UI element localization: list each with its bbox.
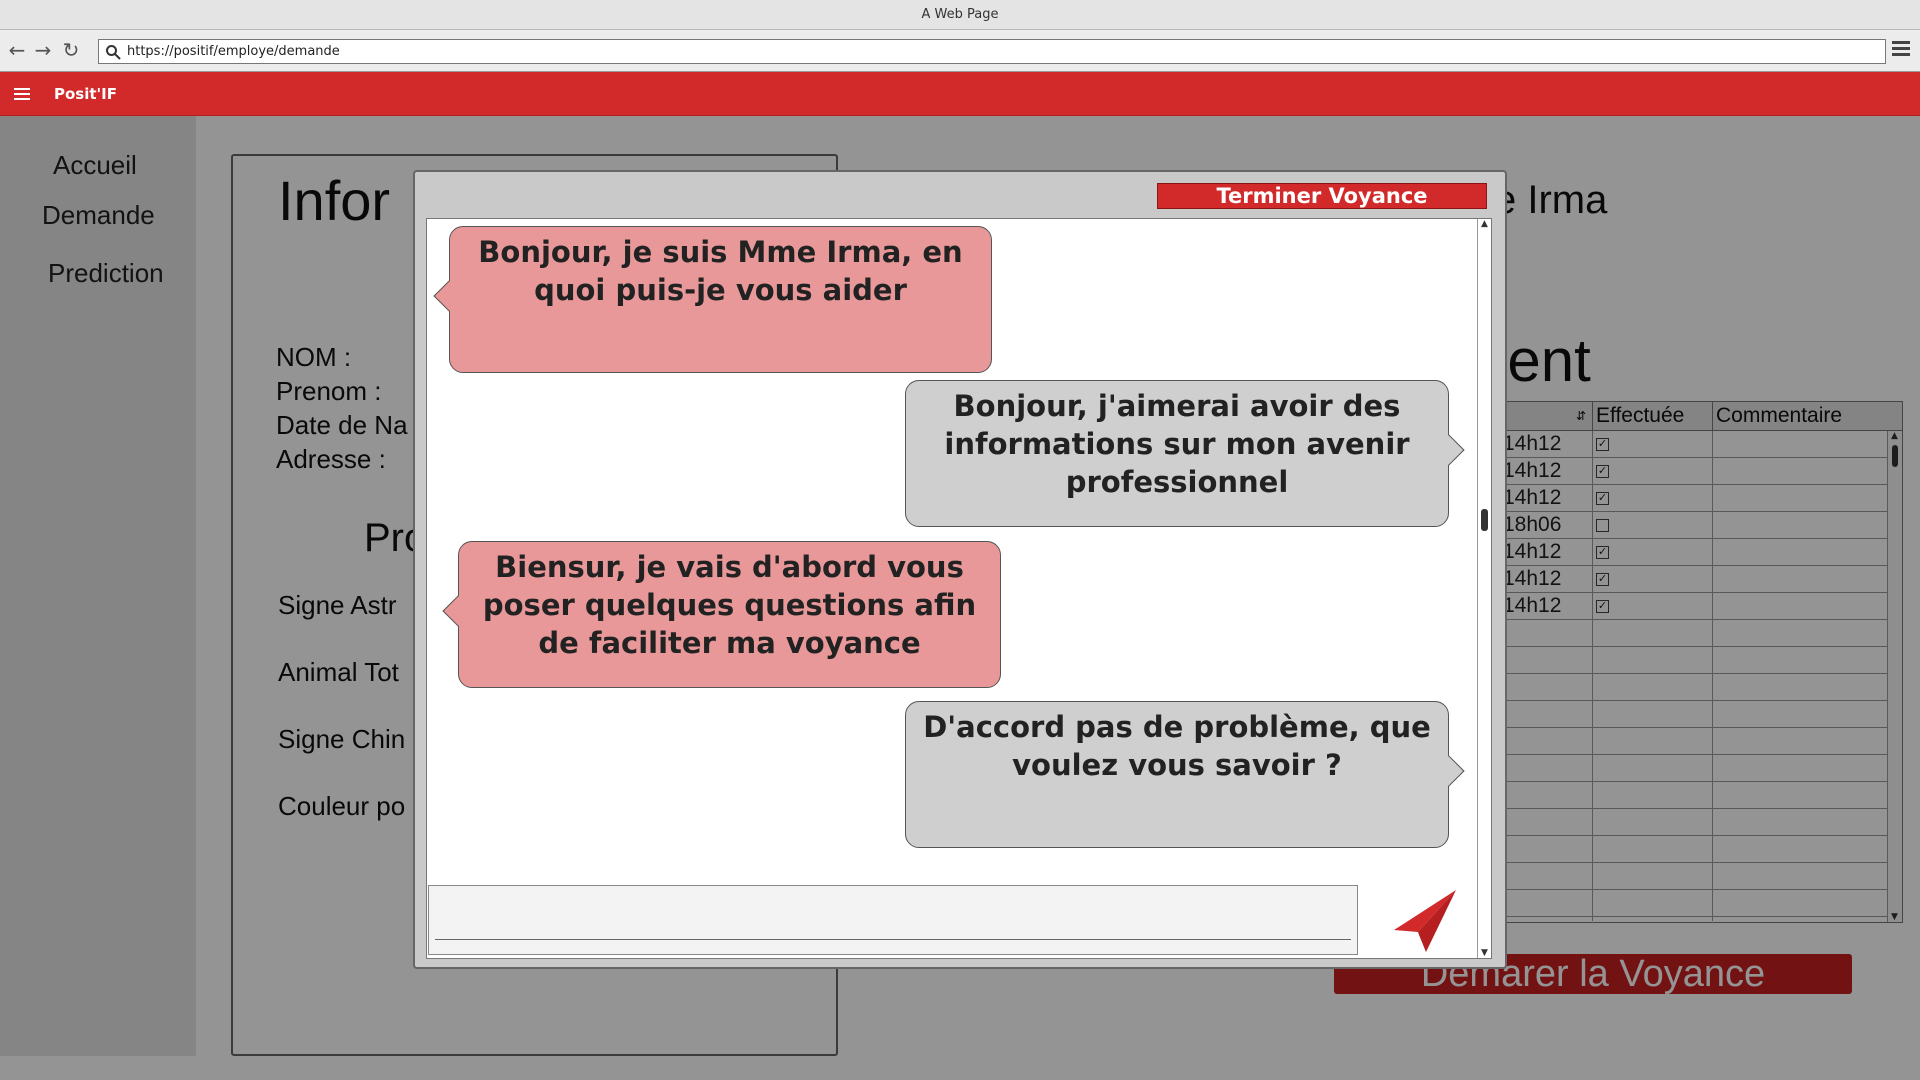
url-text: https://positif/employe/demande [127,44,340,59]
chat-message-client: Bonjour, j'aimerai avoir des information… [905,380,1465,527]
browser-menu-icon[interactable] [1892,41,1910,59]
forward-icon[interactable]: → [32,39,54,61]
hamburger-menu-icon[interactable] [14,88,30,102]
message-input[interactable] [428,885,1358,955]
chat-area: Bonjour, je suis Mme Irma, en quoi puis-… [426,218,1492,959]
end-voyance-button[interactable]: Terminer Voyance [1157,183,1487,209]
paper-plane-icon[interactable] [1390,886,1460,954]
url-input[interactable]: https://positif/employe/demande [98,39,1886,64]
chat-message-medium: Bonjour, je suis Mme Irma, en quoi puis-… [433,226,992,373]
chat-message-client: D'accord pas de problème, que voulez vou… [905,701,1465,848]
app-title[interactable]: Posit'IF [54,72,117,116]
address-toolbar: ← → ↻ https://positif/employe/demande [0,30,1920,72]
scroll-up-icon[interactable]: ▲ [1481,219,1488,229]
chat-scrollbar[interactable]: ▲ ▼ [1477,219,1491,958]
chat-scroll-thumb[interactable] [1481,509,1488,531]
reload-icon[interactable]: ↻ [60,39,82,61]
voyance-chat-modal: Terminer Voyance Bonjour, je suis Mme Ir… [413,170,1507,969]
back-icon[interactable]: ← [6,39,28,61]
window-title: A Web Page [0,0,1920,30]
app-header: Posit'IF [0,72,1920,116]
scroll-down-icon[interactable]: ▼ [1481,948,1488,958]
search-icon [106,45,121,60]
chat-message-medium: Biensur, je vais d'abord vous poser quel… [442,541,1001,688]
